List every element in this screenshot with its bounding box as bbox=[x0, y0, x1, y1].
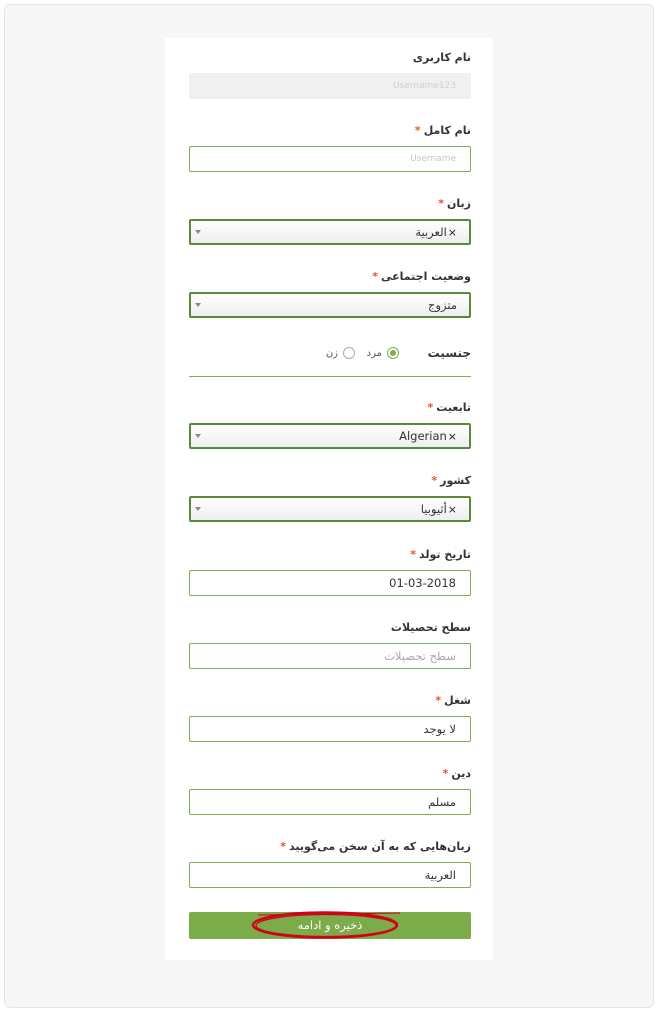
education-input[interactable]: سطح تحصیلات bbox=[189, 643, 471, 669]
required-mark: * bbox=[372, 270, 379, 283]
job-field-group: شغل* لا يوجد bbox=[189, 693, 471, 742]
profile-form: نام کاربری Username123 نام کامل* Usernam… bbox=[165, 38, 493, 960]
nationality-select[interactable]: ×Algerian bbox=[189, 423, 471, 449]
gender-option-female[interactable]: زن bbox=[326, 346, 355, 362]
clear-icon[interactable]: × bbox=[448, 226, 457, 239]
required-mark: * bbox=[442, 767, 449, 780]
required-mark: * bbox=[410, 548, 416, 561]
clear-icon[interactable]: × bbox=[448, 503, 457, 516]
nationality-selected-value: Algerian bbox=[399, 429, 447, 443]
full-name-input[interactable]: Username bbox=[189, 146, 471, 172]
language-select[interactable]: ×العربية bbox=[189, 219, 471, 245]
language-selected-value: العربية bbox=[415, 225, 447, 239]
country-selected-value: أثيوبيا bbox=[420, 502, 447, 516]
education-field-group: سطح تحصیلات سطح تحصیلات bbox=[189, 620, 471, 669]
spoken-languages-input[interactable]: العربية bbox=[189, 862, 471, 888]
birth-date-field-group: تاریخ تولد* 01-03-2018 bbox=[189, 547, 471, 596]
gender-option-male[interactable]: مرد bbox=[367, 346, 399, 362]
username-field-group: نام کاربری Username123 bbox=[189, 50, 471, 99]
marital-status-label: وضعیت اجتماعی bbox=[381, 270, 471, 283]
job-label: شغل bbox=[444, 694, 471, 707]
birth-date-input[interactable]: 01-03-2018 bbox=[189, 570, 471, 596]
job-input[interactable]: لا يوجد bbox=[189, 716, 471, 742]
nationality-field-group: تابعیت* ×Algerian bbox=[189, 400, 471, 449]
username-input: Username123 bbox=[189, 73, 471, 99]
country-label: کشور bbox=[440, 474, 471, 487]
gender-field-group: جنسیت مرد زن bbox=[189, 344, 471, 377]
clear-icon[interactable]: × bbox=[448, 430, 457, 443]
marital-status-selected-value: متزوج bbox=[428, 298, 457, 312]
gender-label: جنسیت bbox=[427, 346, 471, 360]
spoken-languages-label: زبان‌هایی که به آن سخن می‌گویید bbox=[288, 840, 471, 853]
marital-status-field-group: وضعیت اجتماعی* متزوج bbox=[189, 269, 471, 318]
dropdown-arrow-icon[interactable] bbox=[195, 230, 201, 234]
dropdown-arrow-icon[interactable] bbox=[195, 434, 201, 438]
username-label: نام کاربری bbox=[412, 51, 471, 64]
required-mark: * bbox=[427, 401, 434, 414]
birth-date-label: تاریخ تولد bbox=[419, 548, 471, 561]
language-field-group: زبان* ×العربية bbox=[189, 196, 471, 245]
gender-option-label: زن bbox=[325, 348, 338, 359]
spoken-languages-field-group: زبان‌هایی که به آن سخن می‌گویید* العربية bbox=[189, 839, 471, 888]
radio-selected-icon[interactable] bbox=[387, 347, 399, 359]
required-mark: * bbox=[280, 840, 286, 853]
save-and-continue-button[interactable]: ذخیره و ادامه bbox=[189, 912, 471, 939]
education-label: سطح تحصیلات bbox=[390, 621, 471, 634]
required-mark: * bbox=[438, 197, 445, 210]
language-label: زبان bbox=[447, 197, 471, 210]
required-mark: * bbox=[414, 124, 421, 137]
religion-label: دین bbox=[451, 767, 471, 780]
country-field-group: کشور* ×أثيوبيا bbox=[189, 473, 471, 522]
dropdown-arrow-icon[interactable] bbox=[195, 507, 201, 511]
full-name-label: نام کامل bbox=[423, 124, 471, 137]
full-name-field-group: نام کامل* Username bbox=[189, 123, 471, 172]
religion-input[interactable]: مسلم bbox=[189, 789, 471, 815]
required-mark: * bbox=[435, 694, 442, 707]
dropdown-arrow-icon[interactable] bbox=[195, 303, 201, 307]
nationality-label: تابعیت bbox=[436, 401, 471, 414]
religion-field-group: دین* مسلم bbox=[189, 766, 471, 815]
country-select[interactable]: ×أثيوبيا bbox=[189, 496, 471, 522]
radio-unselected-icon[interactable] bbox=[343, 347, 355, 359]
marital-status-select[interactable]: متزوج bbox=[189, 292, 471, 318]
gender-option-label: مرد bbox=[366, 348, 382, 359]
required-mark: * bbox=[431, 474, 438, 487]
